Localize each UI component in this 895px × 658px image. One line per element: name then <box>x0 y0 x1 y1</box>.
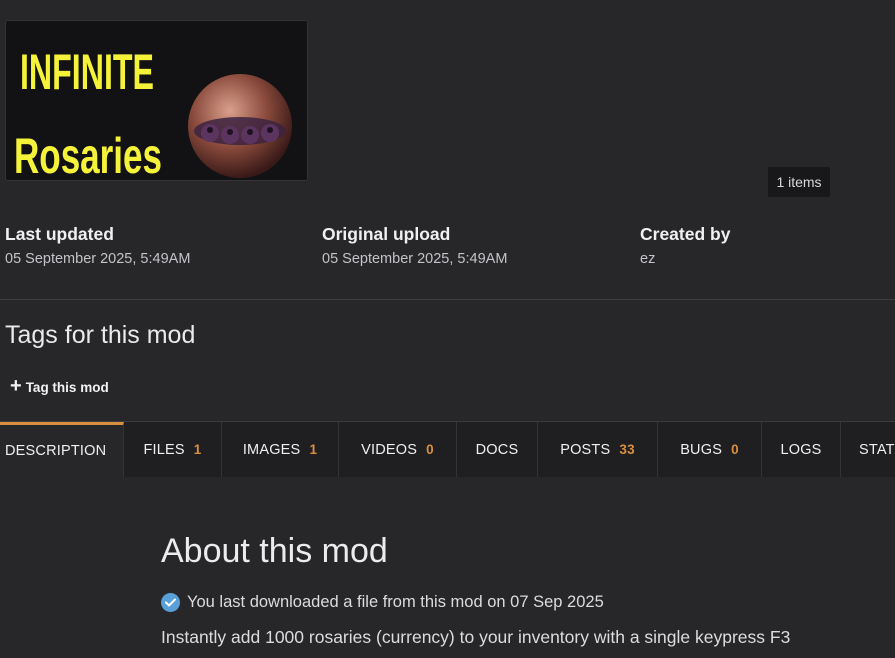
original-upload-block: Original upload 05 September 2025, 5:49A… <box>322 223 507 268</box>
tag-this-mod-label: Tag this mod <box>25 379 109 395</box>
tab-bugs-label: BUGS <box>680 441 723 458</box>
tab-posts[interactable]: POSTS 33 <box>538 422 658 477</box>
tab-videos-count: 0 <box>426 442 434 457</box>
tab-videos[interactable]: VIDEOS 0 <box>339 422 457 477</box>
tab-bugs-count: 0 <box>731 442 739 457</box>
gallery-items-badge[interactable]: 1 items <box>768 167 830 197</box>
plus-icon: + <box>10 375 22 397</box>
created-by-value[interactable]: ez <box>640 250 730 268</box>
section-divider <box>0 299 895 300</box>
tab-stats[interactable]: STATS <box>841 422 895 477</box>
tab-videos-label: VIDEOS <box>361 441 418 458</box>
tag-this-mod-button[interactable]: + Tag this mod <box>10 376 109 398</box>
tab-files-count: 1 <box>193 442 202 457</box>
rosary-orb-icon <box>188 74 292 178</box>
mod-tabs: DESCRIPTION FILES 1 IMAGES 1 VIDEOS 0 DO… <box>0 421 895 477</box>
mod-page: INFINITE Rosaries 1 items Last updated 0… <box>0 0 895 658</box>
check-circle-icon <box>161 593 180 612</box>
tab-logs-label: LOGS <box>780 441 822 458</box>
tab-docs[interactable]: DOCS <box>457 422 538 477</box>
last-updated-block: Last updated 05 September 2025, 5:49AM <box>5 223 190 268</box>
thumbnail-art: INFINITE Rosaries <box>6 21 307 181</box>
tab-description-label: DESCRIPTION <box>5 443 107 459</box>
tab-bugs[interactable]: BUGS 0 <box>658 422 762 477</box>
tab-posts-count: 33 <box>619 442 635 457</box>
original-upload-label: Original upload <box>322 224 451 244</box>
download-note-text: You last downloaded a file from this mod… <box>187 593 604 611</box>
tab-logs[interactable]: LOGS <box>762 422 841 477</box>
thumbnail-title-line1: INFINITE <box>20 44 154 100</box>
tab-files-label: FILES <box>143 441 185 458</box>
tab-images-count: 1 <box>309 442 318 457</box>
download-note: You last downloaded a file from this mod… <box>161 593 604 612</box>
tab-images-label: IMAGES <box>242 441 301 458</box>
about-title: About this mod <box>161 532 388 570</box>
tab-images[interactable]: IMAGES 1 <box>222 422 339 477</box>
tab-description[interactable]: DESCRIPTION <box>0 422 124 477</box>
mod-description: Instantly add 1000 rosaries (currency) t… <box>161 627 791 647</box>
original-upload-value: 05 September 2025, 5:49AM <box>322 251 508 267</box>
tab-files[interactable]: FILES 1 <box>124 422 222 477</box>
thumbnail-title-line2: Rosaries <box>14 128 162 181</box>
mod-thumbnail[interactable]: INFINITE Rosaries <box>5 20 308 181</box>
last-updated-value: 05 September 2025, 5:49AM <box>5 251 191 267</box>
tags-title: Tags for this mod <box>5 321 196 349</box>
tab-posts-label: POSTS <box>560 441 611 458</box>
tab-stats-label: STATS <box>859 441 895 458</box>
created-by-block: Created by ez <box>640 223 730 268</box>
tab-docs-label: DOCS <box>475 441 519 458</box>
last-updated-label: Last updated <box>5 224 114 244</box>
created-by-label: Created by <box>640 224 731 244</box>
